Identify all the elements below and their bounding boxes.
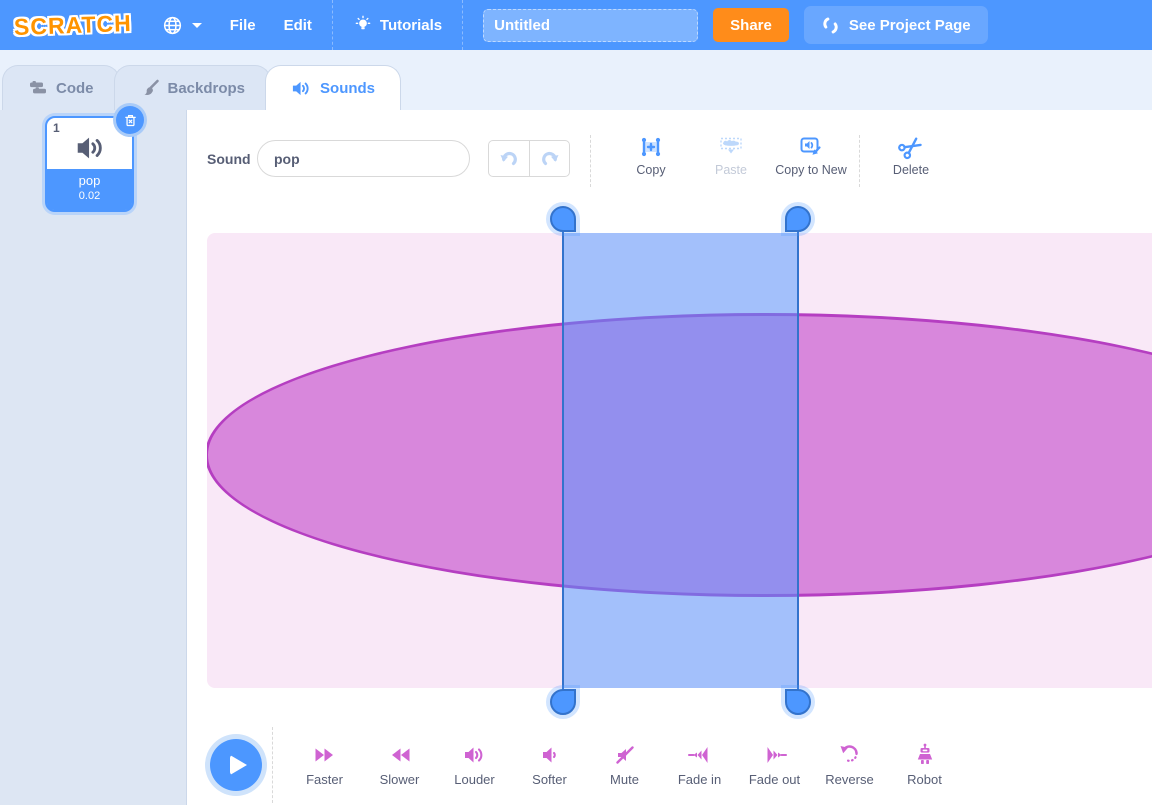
trash-icon xyxy=(124,114,136,126)
copy-selection-icon xyxy=(641,137,661,157)
selection-handle-top-right[interactable] xyxy=(785,206,811,232)
speaker-soft-icon xyxy=(542,747,556,763)
paste-icon xyxy=(720,137,742,154)
redo-icon xyxy=(541,151,558,165)
menu-divider xyxy=(331,0,333,50)
menu-divider xyxy=(462,0,464,50)
sound-name-input[interactable] xyxy=(257,140,470,177)
menu-item-edit[interactable]: Edit xyxy=(270,0,326,50)
sound-editor: Sound pop Copy Paste Copy to New Delete … xyxy=(187,110,1152,805)
chevron-down-icon xyxy=(191,22,202,28)
language-selector[interactable] xyxy=(148,0,216,50)
menu-bar: SCRATCH File Edit Tutorials Untitled Sha… xyxy=(0,0,1152,50)
waveform-selection[interactable] xyxy=(563,233,798,688)
effect-robot[interactable]: Robot xyxy=(887,727,962,803)
sound-name-label: Sound xyxy=(207,151,251,167)
menu-item-tutorials[interactable]: Tutorials xyxy=(339,0,456,50)
code-blocks-icon xyxy=(30,81,46,94)
speaker-mute-icon xyxy=(615,746,634,764)
fade-out-icon xyxy=(767,747,787,763)
waveform-canvas[interactable] xyxy=(207,233,1152,688)
toolbar-divider xyxy=(859,135,860,187)
selection-handle-bottom-left[interactable] xyxy=(550,689,576,715)
lightbulb-icon xyxy=(355,15,371,30)
undo-button[interactable] xyxy=(489,141,529,176)
rewind-icon xyxy=(391,748,409,762)
effect-louder[interactable]: Louder xyxy=(437,727,512,803)
selection-right-edge[interactable] xyxy=(797,219,799,702)
share-button[interactable]: Share xyxy=(713,8,789,42)
see-project-page-button[interactable]: See Project Page xyxy=(803,6,988,44)
effect-softer[interactable]: Softer xyxy=(512,727,587,803)
undo-icon xyxy=(500,151,517,165)
tab-strip: Code Backdrops Sounds xyxy=(0,50,1152,110)
selection-handle-bottom-right[interactable] xyxy=(785,689,811,715)
copy-to-new-button[interactable]: Copy to New xyxy=(766,134,856,194)
fast-forward-icon xyxy=(315,748,333,762)
tab-code[interactable]: Code xyxy=(2,65,120,110)
fade-in-icon xyxy=(687,747,707,763)
paste-button[interactable]: Paste xyxy=(686,134,776,194)
scissors-icon xyxy=(898,137,922,160)
scratch-logo[interactable]: SCRATCH xyxy=(14,9,133,40)
sound-tile-pop[interactable]: 1 pop 0.02 xyxy=(45,106,144,212)
effect-slower[interactable]: Slower xyxy=(362,727,437,803)
play-icon xyxy=(210,739,262,791)
selection-handle-top-left[interactable] xyxy=(550,206,576,232)
effect-fade-in[interactable]: Fade in xyxy=(662,727,737,803)
effects-row: Faster Slower Louder Softer Mute Fade in… xyxy=(287,727,962,803)
delete-sound-button[interactable] xyxy=(116,106,144,134)
robot-icon xyxy=(917,743,932,764)
sound-list-sidebar: 1 pop 0.02 xyxy=(0,106,187,805)
effect-faster[interactable]: Faster xyxy=(287,727,362,803)
sound-duration: 0.02 xyxy=(78,190,101,202)
sound-tile-footer: pop 0.02 xyxy=(47,169,132,210)
tab-backdrops[interactable]: Backdrops xyxy=(113,65,272,110)
delete-button[interactable]: Delete xyxy=(871,134,951,194)
tab-sounds[interactable]: Sounds xyxy=(265,65,402,110)
see-inside-icon xyxy=(823,17,838,33)
menu-item-file[interactable]: File xyxy=(216,0,270,50)
effect-fade-out[interactable]: Fade out xyxy=(737,727,812,803)
undo-redo-group xyxy=(488,140,570,177)
paintbrush-icon xyxy=(144,79,159,95)
project-title-input[interactable] xyxy=(483,8,699,42)
speaker-icon xyxy=(292,81,309,95)
copy-to-new-icon xyxy=(800,137,821,155)
reverse-arrow-icon xyxy=(840,745,858,762)
globe-icon xyxy=(163,16,181,34)
copy-button[interactable]: Copy xyxy=(606,134,696,194)
redo-button[interactable] xyxy=(529,141,569,176)
toolbar-divider xyxy=(590,135,591,187)
sound-name: pop xyxy=(78,173,101,188)
play-button[interactable] xyxy=(205,734,267,796)
workspace: 1 pop 0.02 Sound pop Copy Paste Copy to … xyxy=(0,106,1152,805)
effect-reverse[interactable]: Reverse xyxy=(812,727,887,803)
effect-mute[interactable]: Mute xyxy=(587,727,662,803)
selection-left-edge[interactable] xyxy=(562,219,564,702)
speaker-loud-icon xyxy=(464,747,482,763)
effects-divider xyxy=(272,727,273,803)
speaker-icon xyxy=(47,126,132,170)
